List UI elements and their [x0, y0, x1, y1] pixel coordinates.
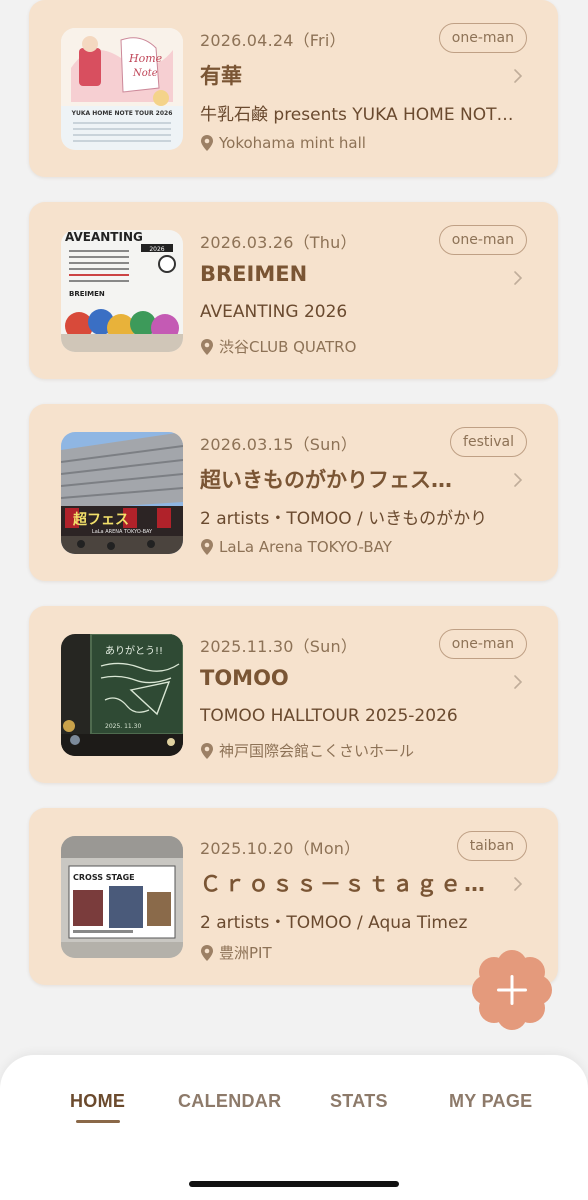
svg-text:Home: Home [128, 52, 163, 65]
event-feed: Home Note YUKA HOME NOTE TOUR 2026 2026.… [0, 0, 588, 1050]
location-pin-icon [201, 338, 213, 355]
chevron-right-icon [514, 675, 523, 689]
event-name: 牛乳石鹸 presents YUKA HOME NOTE TOUR 2026 [200, 105, 522, 125]
event-type-tag: taiban [456, 831, 527, 861]
tab-stats[interactable]: STATS [330, 1091, 388, 1112]
event-venue: 神戸国際会館こくさいホール [200, 740, 414, 761]
bottom-tab-bar: HOME CALENDAR STATS MY PAGE [0, 1055, 588, 1200]
home-indicator [189, 1181, 399, 1187]
event-thumbnail: 超フェス LaLa ARENA TOKYO-BAY [61, 432, 183, 554]
event-type-tag: one-man [438, 225, 527, 255]
event-date: 2025.10.20（Mon） [200, 839, 361, 858]
event-artist: Ｃｒｏｓｓ－ｓｔａｇｅ… [200, 872, 488, 896]
thumb-caption: LaLa ARENA TOKYO-BAY [92, 529, 153, 535]
chevron-right-icon [514, 69, 523, 83]
venue-name: Yokohama mint hall [219, 134, 366, 152]
thumb-caption: ありがとう!! [105, 644, 163, 657]
thumb-caption: AVEANTING [65, 230, 143, 244]
venue-name: LaLa Arena TOKYO-BAY [219, 538, 392, 556]
chevron-right-icon [514, 877, 523, 891]
thumb-caption: YUKA HOME NOTE TOUR 2026 [71, 110, 173, 117]
thumb-caption: BREIMEN [69, 290, 105, 298]
event-card[interactable]: 超フェス LaLa ARENA TOKYO-BAY 2026.03.15（Sun… [29, 404, 558, 581]
tab-home[interactable]: HOME [70, 1091, 125, 1112]
venue-name: 渋谷CLUB QUATRO [219, 338, 357, 356]
active-tab-indicator [76, 1120, 120, 1123]
event-venue: 渋谷CLUB QUATRO [200, 336, 356, 357]
venue-name: 豊洲PIT [219, 944, 272, 962]
tab-my-page[interactable]: MY PAGE [449, 1091, 532, 1112]
event-name: 2 artists・TOMOO / いきものがかり [200, 509, 488, 529]
thumb-caption: 2026 [149, 246, 164, 253]
event-artist: 超いきものがかりフェス… [200, 468, 452, 492]
thumb-caption: 2025. 11.30 [105, 723, 141, 730]
event-date: 2026.04.24（Fri） [200, 31, 346, 50]
event-type-tag: one-man [438, 23, 527, 53]
chevron-right-icon [514, 473, 523, 487]
event-name: TOMOO HALLTOUR 2025-2026 [200, 706, 458, 726]
event-name: 2 artists・TOMOO / Aqua Timez [200, 913, 468, 933]
event-card[interactable]: Home Note YUKA HOME NOTE TOUR 2026 2026.… [29, 0, 558, 177]
event-venue: Yokohama mint hall [200, 134, 366, 152]
event-card[interactable]: ありがとう!! 2025. 11.30 2025.11.30（Sun） one-… [29, 606, 558, 783]
thumb-caption: CROSS STAGE [73, 873, 135, 882]
event-thumbnail: CROSS STAGE [61, 836, 183, 958]
event-name: AVEANTING 2026 [200, 302, 348, 322]
event-artist: 有華 [200, 64, 242, 88]
event-type-tag: festival [450, 427, 527, 457]
event-date: 2026.03.26（Thu） [200, 233, 357, 252]
location-pin-icon [201, 742, 213, 759]
event-artist: TOMOO [200, 666, 289, 690]
add-event-button[interactable] [471, 949, 553, 1031]
event-artist: BREIMEN [200, 262, 308, 286]
location-pin-icon [201, 135, 213, 151]
location-pin-icon [201, 944, 213, 961]
event-venue: 豊洲PIT [200, 942, 272, 963]
event-thumbnail: ありがとう!! 2025. 11.30 [61, 634, 183, 756]
event-card[interactable]: AVEANTING 2026 BREIMEN 2026.03.26（Thu） o… [29, 202, 558, 379]
event-thumbnail: AVEANTING 2026 BREIMEN [61, 230, 183, 352]
location-pin-icon [201, 539, 213, 555]
svg-text:Note: Note [132, 68, 158, 79]
event-thumbnail: Home Note YUKA HOME NOTE TOUR 2026 [61, 28, 183, 150]
thumb-caption: 超フェス [72, 511, 129, 528]
event-date: 2026.03.15（Sun） [200, 435, 358, 454]
event-date: 2025.11.30（Sun） [200, 637, 358, 656]
venue-name: 神戸国際会館こくさいホール [219, 742, 415, 760]
event-type-tag: one-man [438, 629, 527, 659]
event-venue: LaLa Arena TOKYO-BAY [200, 538, 392, 556]
chevron-right-icon [514, 271, 523, 285]
tab-calendar[interactable]: CALENDAR [178, 1091, 281, 1112]
